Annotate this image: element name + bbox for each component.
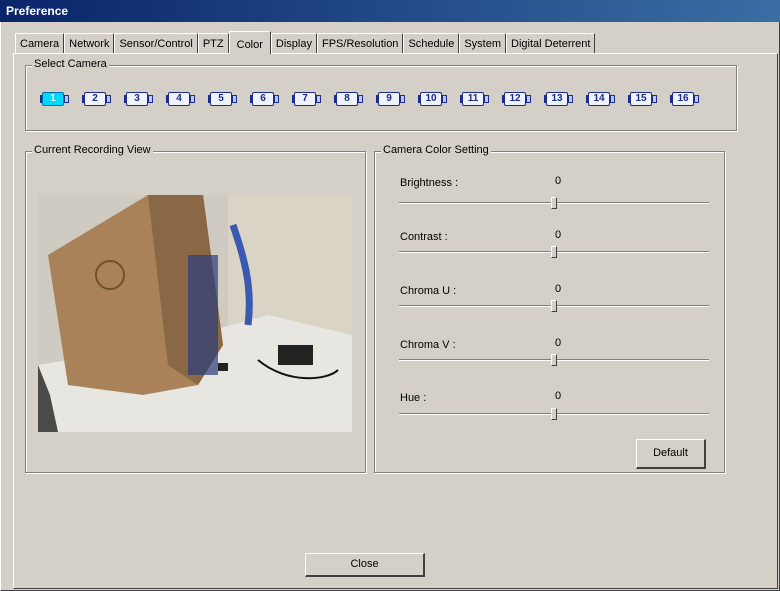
select-camera-legend: Select Camera (32, 58, 109, 70)
camera-6-button[interactable]: 6 (250, 91, 282, 107)
brightness-slider-thumb[interactable] (551, 197, 557, 209)
camera-lens-icon (64, 95, 69, 103)
camera-1-button[interactable]: 1 (40, 91, 72, 107)
recording-view-group: Current Recording View (25, 144, 366, 473)
tab-ptz[interactable]: PTZ (197, 33, 229, 53)
camera-3-button[interactable]: 3 (124, 91, 156, 107)
camera-15-button[interactable]: 15 (628, 91, 660, 107)
camera-lens-icon (190, 95, 195, 103)
tab-camera[interactable]: Camera (15, 33, 65, 53)
camera-lens-icon (274, 95, 279, 103)
tab-digital-deterrent[interactable]: Digital Deterrent (506, 33, 596, 53)
camera-number-label: 1 (42, 92, 64, 106)
color-tab-panel: Select Camera 1 2 3 4 5 6 7 8 9 10 11 12 13 14 15 16 Cu… (13, 53, 778, 589)
contrast-value: 0 (555, 229, 562, 241)
camera-color-setting-legend: Camera Color Setting (381, 144, 491, 156)
camera-number-label: 3 (126, 92, 148, 106)
brightness-label: Brightness : (400, 177, 459, 189)
tab-network[interactable]: Network (64, 33, 115, 53)
camera-5-button[interactable]: 5 (208, 91, 240, 107)
camera-number-label: 7 (294, 92, 316, 106)
camera-2-button[interactable]: 2 (82, 91, 114, 107)
camera-lens-icon (148, 95, 153, 103)
camera-number-label: 13 (546, 92, 568, 106)
camera-selector-row: 1 2 3 4 5 6 7 8 9 10 11 12 13 14 15 16 (40, 91, 702, 107)
camera-number-label: 16 (672, 92, 694, 106)
camera-number-label: 9 (378, 92, 400, 106)
hue-label: Hue : (400, 392, 427, 404)
camera-number-label: 5 (210, 92, 232, 106)
camera-lens-icon (610, 95, 615, 103)
chroma-v-slider-thumb[interactable] (551, 354, 557, 366)
camera-number-label: 2 (84, 92, 106, 106)
camera-number-label: 4 (168, 92, 190, 106)
camera-13-button[interactable]: 13 (544, 91, 576, 107)
camera-number-label: 6 (252, 92, 274, 106)
camera-4-button[interactable]: 4 (166, 91, 198, 107)
chroma-u-slider-thumb[interactable] (551, 300, 557, 312)
chroma-u-value: 0 (555, 283, 562, 295)
camera-lens-icon (568, 95, 573, 103)
camera-lens-icon (358, 95, 363, 103)
default-button[interactable]: Default (636, 439, 706, 469)
camera-lens-icon (400, 95, 405, 103)
contrast-label: Contrast : (400, 231, 448, 243)
camera-lens-icon (106, 95, 111, 103)
camera-lens-icon (526, 95, 531, 103)
camera-lens-icon (484, 95, 489, 103)
camera-number-label: 11 (462, 92, 484, 106)
camera-lens-icon (232, 95, 237, 103)
camera-color-setting-group: Camera Color Setting Brightness : 0 Cont… (374, 144, 725, 473)
camera-number-label: 15 (630, 92, 652, 106)
chroma-v-label: Chroma V : (400, 339, 456, 351)
camera-lens-icon (316, 95, 321, 103)
camera-number-label: 10 (420, 92, 442, 106)
tab-color[interactable]: Color (228, 31, 271, 54)
chroma-u-label: Chroma U : (400, 285, 457, 297)
tab-strip: Camera Network Sensor/Control PTZ Color … (15, 31, 596, 54)
camera-lens-icon (694, 95, 699, 103)
camera-number-label: 8 (336, 92, 358, 106)
contrast-slider-thumb[interactable] (551, 246, 557, 258)
tab-display[interactable]: Display (270, 33, 317, 53)
tab-sensor-control[interactable]: Sensor/Control (114, 33, 198, 53)
camera-preview-image (38, 195, 352, 432)
camera-12-button[interactable]: 12 (502, 91, 534, 107)
close-button[interactable]: Close (305, 553, 425, 577)
camera-10-button[interactable]: 10 (418, 91, 450, 107)
camera-number-label: 14 (588, 92, 610, 106)
camera-8-button[interactable]: 8 (334, 91, 366, 107)
hue-slider-thumb[interactable] (551, 408, 557, 420)
window-title: Preference (0, 0, 780, 22)
camera-lens-icon (652, 95, 657, 103)
camera-lens-icon (442, 95, 447, 103)
camera-7-button[interactable]: 7 (292, 91, 324, 107)
camera-16-button[interactable]: 16 (670, 91, 702, 107)
camera-14-button[interactable]: 14 (586, 91, 618, 107)
tab-system[interactable]: System (459, 33, 506, 53)
camera-number-label: 12 (504, 92, 526, 106)
chroma-v-value: 0 (555, 337, 562, 349)
recording-view-legend: Current Recording View (32, 144, 153, 156)
camera-11-button[interactable]: 11 (460, 91, 492, 107)
camera-9-button[interactable]: 9 (376, 91, 408, 107)
select-camera-group: Select Camera 1 2 3 4 5 6 7 8 9 10 11 12 13 14 15 16 (25, 58, 737, 131)
tab-fps-resolution[interactable]: FPS/Resolution (317, 33, 404, 53)
brightness-value: 0 (555, 175, 562, 187)
tab-schedule[interactable]: Schedule (403, 33, 460, 53)
hue-value: 0 (555, 390, 562, 402)
